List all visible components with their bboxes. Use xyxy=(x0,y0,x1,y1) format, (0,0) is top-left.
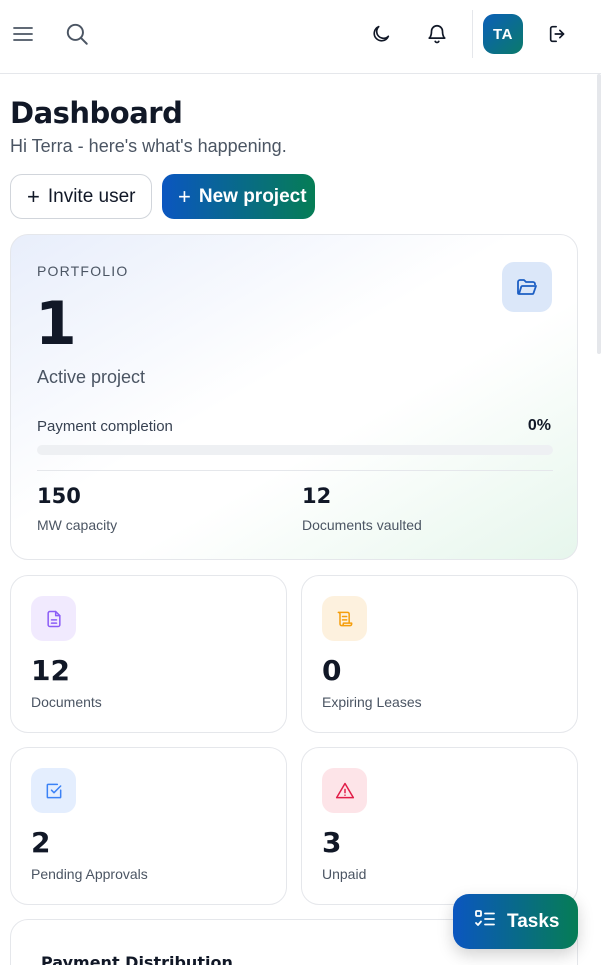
alert-triangle-icon xyxy=(322,768,367,813)
payment-distribution-title: Payment Distribution xyxy=(41,953,233,965)
expiring-leases-count: 0 xyxy=(322,654,342,687)
pending-approvals-card[interactable]: 2 Pending Approvals xyxy=(10,747,287,905)
mw-capacity-label: MW capacity xyxy=(37,517,118,533)
active-project-count: 1 xyxy=(35,289,77,359)
plus-icon: + xyxy=(178,183,191,209)
documents-vaulted-value: 12 xyxy=(302,484,332,508)
unpaid-label: Unpaid xyxy=(322,866,367,882)
documents-count: 12 xyxy=(31,654,70,687)
page-title: Dashboard xyxy=(10,96,183,130)
check-square-icon xyxy=(31,768,76,813)
invite-user-label: Invite user xyxy=(47,185,136,207)
folder-open-icon xyxy=(502,262,552,312)
new-project-label: New project xyxy=(198,185,307,207)
top-bar: TA xyxy=(0,0,601,74)
portfolio-label: PORTFOLIO xyxy=(37,263,129,279)
payment-completion-label: Payment completion xyxy=(37,418,173,435)
page-subtitle: Hi Terra - here's what's happening. xyxy=(10,136,287,156)
expiring-leases-card[interactable]: 0 Expiring Leases xyxy=(301,575,578,733)
document-icon xyxy=(31,596,76,641)
avatar[interactable]: TA xyxy=(483,14,523,54)
new-project-button[interactable]: + New project xyxy=(162,174,315,219)
active-project-caption: Active project xyxy=(37,367,146,387)
bell-icon[interactable] xyxy=(420,17,454,51)
moon-icon[interactable] xyxy=(364,17,398,51)
documents-card[interactable]: 12 Documents xyxy=(10,575,287,733)
topbar-divider xyxy=(472,10,473,58)
tasks-label: Tasks xyxy=(507,910,560,932)
mw-capacity-value: 150 xyxy=(37,484,81,508)
search-icon[interactable] xyxy=(60,17,94,51)
pending-approvals-count: 2 xyxy=(31,826,51,859)
unpaid-card[interactable]: 3 Unpaid xyxy=(301,747,578,905)
menu-icon[interactable] xyxy=(6,17,40,51)
scroll-icon xyxy=(322,596,367,641)
invite-user-button[interactable]: + Invite user xyxy=(10,174,152,219)
portfolio-card: PORTFOLIO 1 Active project Payment compl… xyxy=(10,234,578,560)
checklist-icon xyxy=(473,907,497,937)
documents-label: Documents xyxy=(31,694,102,710)
logout-icon[interactable] xyxy=(541,17,575,51)
portfolio-divider xyxy=(37,470,553,471)
unpaid-count: 3 xyxy=(322,826,342,859)
documents-vaulted-label: Documents vaulted xyxy=(302,517,422,533)
tasks-button[interactable]: Tasks xyxy=(453,894,578,949)
plus-icon: + xyxy=(27,183,40,209)
payment-progress-bar xyxy=(37,445,553,455)
scrollbar[interactable] xyxy=(597,74,601,354)
expiring-leases-label: Expiring Leases xyxy=(322,694,422,710)
payment-completion-value: 0% xyxy=(527,417,551,434)
pending-approvals-label: Pending Approvals xyxy=(31,866,148,882)
